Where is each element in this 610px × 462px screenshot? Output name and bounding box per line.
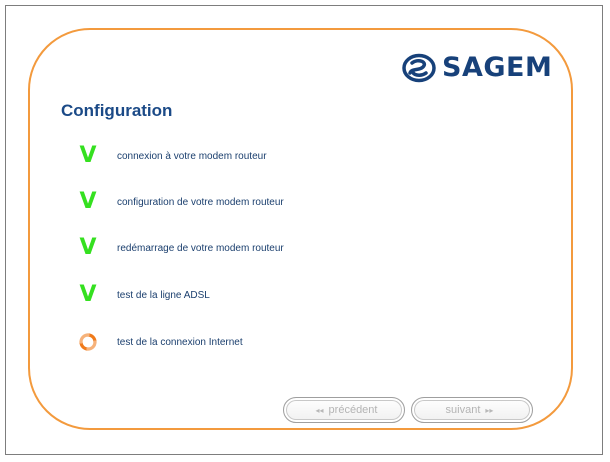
previous-button[interactable]: ◂◂ précédent — [283, 397, 405, 423]
step-connexion: V connexion à votre modem routeur — [78, 143, 267, 168]
step-configuration: V configuration de votre modem routeur — [78, 189, 284, 214]
wizard-panel — [28, 28, 573, 430]
page-title: Configuration — [61, 101, 173, 120]
sagem-logo: SAGEM — [402, 52, 552, 83]
check-icon: V — [79, 143, 97, 168]
step-label: redémarrage de votre modem routeur — [117, 242, 284, 254]
check-icon: V — [79, 189, 97, 214]
step-label: test de la connexion Internet — [117, 336, 243, 348]
spinner-icon — [78, 331, 98, 353]
double-chevron-right-icon: ▸▸ — [485, 405, 494, 415]
step-label: test de la ligne ADSL — [117, 289, 210, 301]
next-button[interactable]: suivant ▸▸ — [411, 397, 533, 423]
previous-button-label: précédent — [328, 404, 378, 416]
check-icon: V — [79, 282, 97, 307]
double-chevron-left-icon: ◂◂ — [315, 405, 324, 415]
step-connexion-internet: test de la connexion Internet — [78, 331, 243, 353]
step-redemarrage: V redémarrage de votre modem routeur — [78, 235, 284, 260]
step-label: connexion à votre modem routeur — [117, 150, 267, 162]
step-label: configuration de votre modem routeur — [117, 196, 284, 208]
step-ligne-adsl: V test de la ligne ADSL — [78, 282, 210, 307]
check-icon: V — [79, 235, 97, 260]
next-button-label: suivant — [445, 404, 481, 416]
sagem-swirl-icon — [402, 53, 436, 82]
logo-text: SAGEM — [442, 52, 553, 83]
